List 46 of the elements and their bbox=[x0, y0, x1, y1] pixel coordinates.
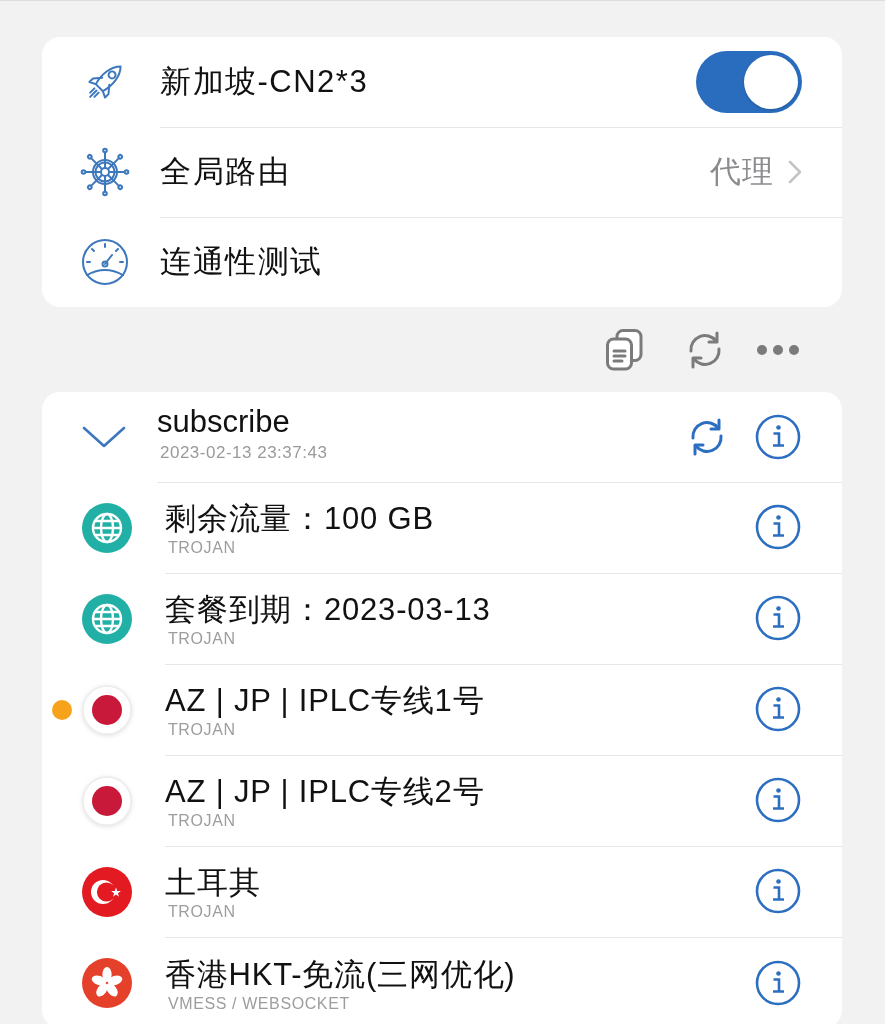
info-button[interactable] bbox=[755, 413, 801, 460]
node-name: AZ | JP | IPLC专线2号 bbox=[165, 773, 485, 811]
hong-kong-flag-icon bbox=[82, 957, 132, 1008]
speedometer-icon bbox=[80, 237, 130, 287]
info-button[interactable] bbox=[755, 777, 801, 823]
info-button[interactable] bbox=[755, 868, 801, 914]
copy-button[interactable] bbox=[604, 327, 644, 372]
chevron-right-icon bbox=[788, 159, 802, 184]
info-icon bbox=[755, 504, 801, 550]
info-icon bbox=[755, 413, 801, 460]
node-protocol: TROJAN bbox=[168, 538, 236, 558]
info-icon bbox=[755, 868, 801, 914]
info-button[interactable] bbox=[755, 959, 801, 1006]
japan-flag-icon bbox=[82, 684, 132, 735]
info-button[interactable] bbox=[755, 686, 801, 732]
info-icon bbox=[755, 777, 801, 823]
node-name: AZ | JP | IPLC专线1号 bbox=[165, 682, 485, 720]
info-icon bbox=[755, 959, 801, 1006]
node-protocol: VMESS / WEBSOCKET bbox=[168, 993, 350, 1014]
setting-label: 全局路由 bbox=[160, 152, 290, 191]
subscription-name: subscribe bbox=[157, 402, 290, 441]
node-protocol: TROJAN bbox=[168, 902, 236, 922]
node-name: 土耳其 bbox=[165, 864, 261, 902]
chevron-down-icon bbox=[82, 425, 126, 449]
ship-wheel-icon bbox=[80, 147, 130, 197]
node-protocol: TROJAN bbox=[168, 720, 236, 740]
documents-icon bbox=[604, 327, 644, 372]
collapse-button[interactable] bbox=[82, 425, 126, 449]
setting-label: 新加坡-CN2*3 bbox=[160, 62, 369, 101]
update-time: 2023-02-13 23:37:43 bbox=[160, 441, 328, 464]
node-name: 剩余流量：100 GB bbox=[165, 500, 434, 538]
ellipsis-icon bbox=[756, 343, 800, 356]
more-button[interactable] bbox=[756, 343, 800, 356]
node-protocol: TROJAN bbox=[168, 629, 236, 649]
info-icon bbox=[755, 595, 801, 641]
turkey-flag-icon bbox=[82, 866, 132, 917]
japan-flag-icon bbox=[82, 775, 132, 826]
setting-label[interactable]: 连通性测试 bbox=[160, 241, 323, 283]
node-name: 香港HKT-免流(三网优化) bbox=[165, 955, 516, 994]
globe-icon bbox=[82, 593, 132, 644]
info-icon bbox=[755, 686, 801, 732]
info-button[interactable] bbox=[755, 504, 801, 550]
node-protocol: TROJAN bbox=[168, 811, 236, 831]
info-button[interactable] bbox=[755, 595, 801, 641]
globe-icon bbox=[82, 502, 132, 553]
node-name: 套餐到期：2023-03-13 bbox=[165, 591, 491, 629]
